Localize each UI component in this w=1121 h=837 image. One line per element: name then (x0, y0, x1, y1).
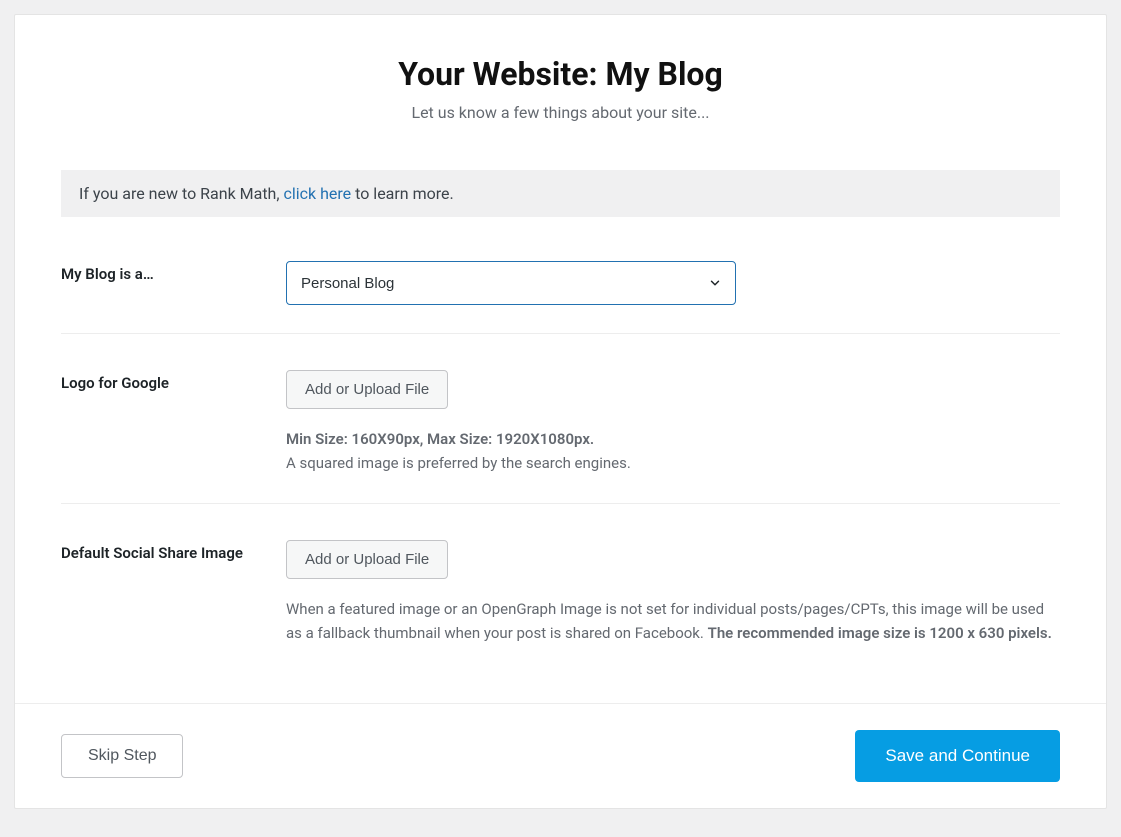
logo-upload-button[interactable]: Add or Upload File (286, 370, 448, 409)
page-subtitle: Let us know a few things about your site… (61, 103, 1060, 122)
skip-step-button[interactable]: Skip Step (61, 734, 183, 778)
site-type-select-wrap: Personal Blog (286, 261, 736, 305)
wizard-card: Your Website: My Blog Let us know a few … (14, 14, 1107, 809)
site-type-label: My Blog is a… (61, 261, 286, 305)
social-label: Default Social Share Image (61, 540, 286, 645)
info-box: If you are new to Rank Math, click here … (61, 170, 1060, 217)
infobox-link[interactable]: click here (283, 184, 351, 203)
logo-help-text: A squared image is preferred by the sear… (286, 451, 1060, 475)
infobox-prefix: If you are new to Rank Math, (79, 184, 283, 203)
save-continue-button[interactable]: Save and Continue (855, 730, 1060, 782)
site-type-select[interactable]: Personal Blog (286, 261, 736, 305)
social-helper: When a featured image or an OpenGraph Im… (286, 597, 1060, 645)
social-size-recommendation: The recommended image size is 1200 x 630… (708, 624, 1052, 642)
page-title: Your Website: My Blog (61, 55, 1060, 93)
logo-helper: Min Size: 160X90px, Max Size: 1920X1080p… (286, 427, 1060, 475)
wizard-header: Your Website: My Blog Let us know a few … (61, 55, 1060, 122)
social-row: Default Social Share Image Add or Upload… (61, 532, 1060, 653)
social-control: Add or Upload File When a featured image… (286, 540, 1060, 645)
social-upload-button[interactable]: Add or Upload File (286, 540, 448, 579)
logo-size-constraints: Min Size: 160X90px, Max Size: 1920X1080p… (286, 427, 1060, 451)
logo-label: Logo for Google (61, 370, 286, 475)
card-body: Your Website: My Blog Let us know a few … (15, 15, 1106, 703)
site-type-row: My Blog is a… Personal Blog (61, 253, 1060, 334)
infobox-suffix: to learn more. (351, 184, 454, 203)
card-footer: Skip Step Save and Continue (15, 703, 1106, 808)
logo-control: Add or Upload File Min Size: 160X90px, M… (286, 370, 1060, 475)
site-type-control: Personal Blog (286, 261, 1060, 305)
logo-row: Logo for Google Add or Upload File Min S… (61, 362, 1060, 504)
